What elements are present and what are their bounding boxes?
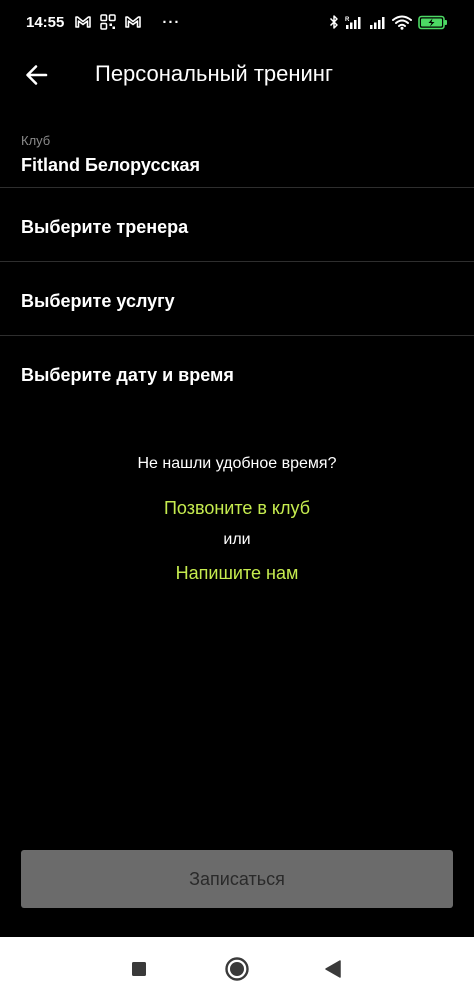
status-left: 14:55 ··· [26,14,180,31]
club-label: Клуб [21,133,51,148]
gmail-icon [75,15,92,29]
recents-button[interactable] [126,956,152,982]
club-value: Fitland Белорусская [21,155,200,175]
datetime-selector-label: Выберите дату и время [21,365,234,385]
gmail-icon [125,15,142,29]
service-selector[interactable]: Выберите услугу [0,263,474,336]
cellular-signal-icon [369,15,386,30]
app-bar: Персональный тренинг [0,44,474,104]
circle-icon [225,957,249,981]
triangle-back-icon [325,960,341,978]
svg-text:R: R [345,17,350,23]
help-question: Не нашли удобное время? [137,455,337,472]
cellular-signal-icon: R [345,15,363,30]
battery-charging-icon [418,15,448,30]
square-icon [132,962,146,976]
datetime-selector[interactable]: Выберите дату и время [0,337,474,410]
club-field[interactable]: Клуб Fitland Белорусская [0,126,474,188]
bluetooth-icon [329,14,339,30]
status-time: 14:55 [26,13,65,31]
call-club-link[interactable]: Позвоните в клуб [0,496,474,520]
wifi-icon [392,15,412,30]
trainer-selector[interactable]: Выберите тренера [0,189,474,262]
write-us-link[interactable]: Напишите нам [0,561,474,585]
submit-button[interactable]: Записаться [21,850,453,908]
page-title: Персональный тренинг [95,61,333,86]
home-button[interactable] [224,956,250,982]
more-notifications-indicator: ··· [162,13,181,31]
service-selector-label: Выберите услугу [21,291,175,311]
nav-back-button[interactable] [320,956,346,982]
system-nav-bar [0,937,474,1000]
back-button[interactable] [20,58,54,92]
arrow-left-icon [26,65,48,85]
status-right: R [329,14,448,30]
help-block: Не нашли удобное время? Позвоните в клуб… [0,452,474,585]
status-bar: 14:55 ··· R [0,0,474,44]
or-separator: или [223,531,251,548]
qr-scan-icon [100,14,117,30]
trainer-selector-label: Выберите тренера [21,217,189,237]
